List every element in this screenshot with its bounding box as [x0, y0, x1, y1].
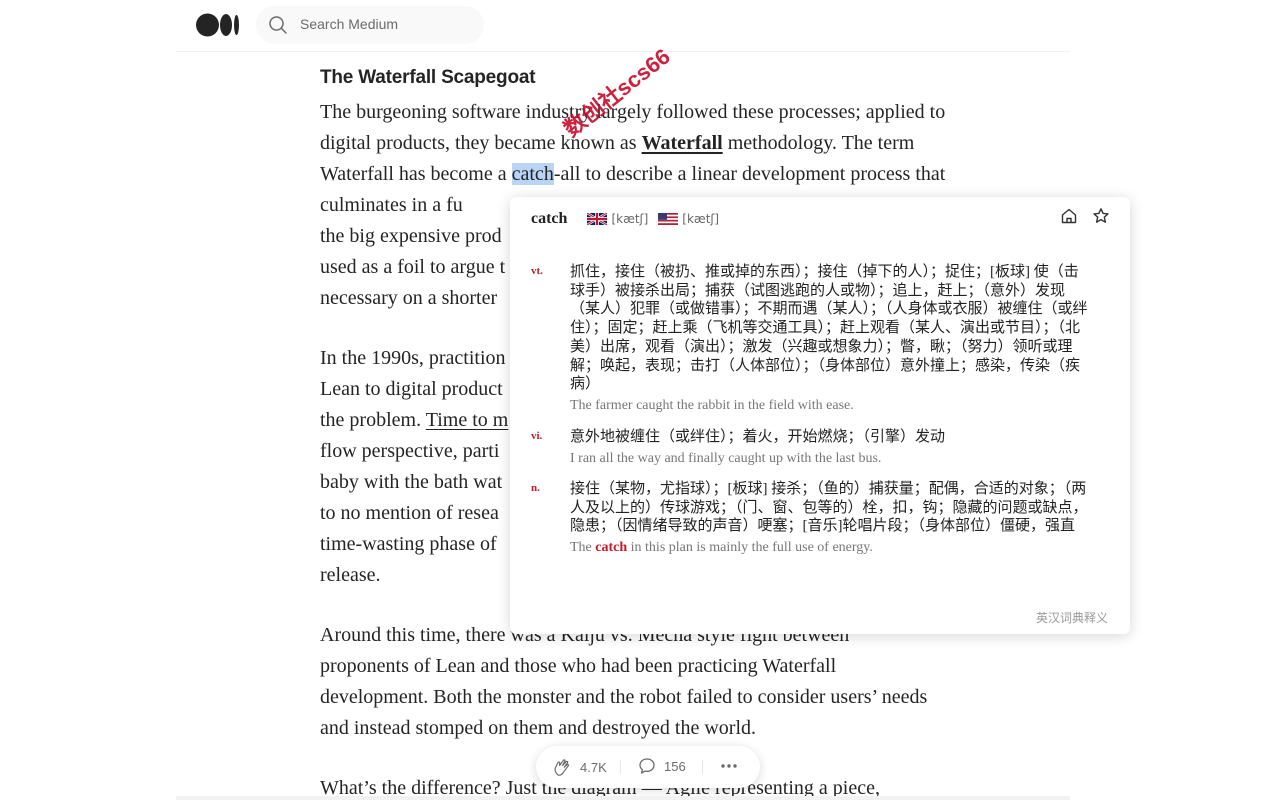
text: to no mention of resea: [320, 502, 499, 524]
part-of-speech: vt.: [531, 265, 543, 277]
definition-n: n. 接住（某物，尤指球）；[板球] 接杀；（鱼的）捕获量；配偶，合适的对象；（…: [531, 480, 1091, 558]
header-divider: [176, 51, 1070, 52]
text: the problem.: [320, 409, 426, 431]
uk-flag-icon[interactable]: [587, 213, 608, 225]
text: and instead stomped on them and destroye…: [320, 717, 757, 739]
highlighted-term: catch: [595, 540, 628, 556]
text: In the 1990s, practition: [320, 347, 506, 369]
search-input[interactable]: Search Medium: [300, 16, 398, 32]
definition-text: 接住（某物，尤指球）；[板球] 接杀；（鱼的）捕获量；配偶，合适的对象；（两人及…: [570, 481, 1088, 535]
article-action-bar: 4.7K 156: [536, 746, 760, 788]
definition-vi: vi. 意外地被缠住（或绊住）；着火，开始燃烧；（引擎）发动 I ran all…: [531, 428, 1091, 469]
us-flag-icon[interactable]: [658, 213, 679, 225]
comment-count: 156: [664, 758, 686, 774]
dictionary-source: 英汉词典释义: [1035, 611, 1108, 625]
text: development. Both the monster and the ro…: [320, 686, 928, 708]
dictionary-word: catch: [531, 210, 568, 227]
text: used as a foil to argue t: [320, 256, 506, 278]
example-sentence: The catch in this plan is mainly the ful…: [570, 538, 1091, 558]
search-icon: [269, 16, 287, 34]
text: the big expensive prod: [320, 225, 502, 247]
home-icon[interactable]: [1060, 207, 1078, 225]
text: time-wasting phase of: [320, 533, 497, 555]
clap-button[interactable]: 4.7K: [552, 757, 607, 777]
popup-header: catch [kætʃ] [kætʃ]: [531, 207, 729, 231]
clap-count: 4.7K: [580, 759, 607, 775]
top-header: Search Medium: [0, 0, 1280, 52]
text: The: [570, 540, 596, 556]
text: flow perspective, parti: [320, 440, 500, 462]
text: necessary on a shorter: [320, 287, 498, 309]
us-phonetic: [kætʃ]: [682, 212, 720, 226]
action-divider: [620, 760, 621, 774]
text: release.: [320, 564, 381, 586]
part-of-speech: n.: [531, 482, 540, 494]
medium-logo-icon[interactable]: [196, 12, 240, 38]
text: baby with the bath wat: [320, 471, 503, 493]
uk-phonetic: [kætʃ]: [611, 212, 649, 226]
page-bottom-edge: [176, 796, 1070, 800]
search-bar[interactable]: Search Medium: [256, 6, 484, 44]
more-options-button[interactable]: [720, 757, 738, 775]
popup-actions: [1060, 207, 1110, 225]
definition-text: 意外地被缠住（或绊住）；着火，开始燃烧；（引擎）发动: [570, 429, 946, 445]
dictionary-popup: catch [kætʃ] [kætʃ] vt. 抓住，接住（被扔、推或掉的东西）: [510, 197, 1130, 634]
comment-icon: [639, 758, 655, 774]
selected-word[interactable]: catch: [511, 163, 554, 185]
text: in this plan is mainly the full use of e…: [627, 540, 873, 556]
clap-icon: [554, 759, 570, 776]
waterfall-link[interactable]: Waterfall: [642, 132, 723, 154]
definition-vt: vt. 抓住，接住（被扔、推或掉的东西）；接住（掉下的人）；捉住；[板球] 使（…: [531, 263, 1091, 416]
time-to-market-link[interactable]: Time to m: [426, 409, 509, 431]
part-of-speech: vi.: [531, 430, 543, 442]
comment-button[interactable]: 156: [638, 757, 686, 775]
example-sentence: I ran all the way and finally caught up …: [570, 450, 882, 466]
definition-text: 抓住，接住（被扔、推或掉的东西）；接住（掉下的人）；捉住；[板球] 使（击球手）…: [570, 264, 1088, 393]
text: Lean to digital product: [320, 378, 503, 400]
star-icon[interactable]: [1092, 207, 1110, 225]
text: proponents of Lean and those who had bee…: [320, 655, 837, 677]
paragraph-3: Around this time, there was a Kaiju vs. …: [320, 620, 980, 744]
example-sentence: The farmer caught the rabbit in the fiel…: [570, 397, 854, 413]
action-divider: [702, 760, 703, 774]
more-icon: [721, 764, 737, 768]
